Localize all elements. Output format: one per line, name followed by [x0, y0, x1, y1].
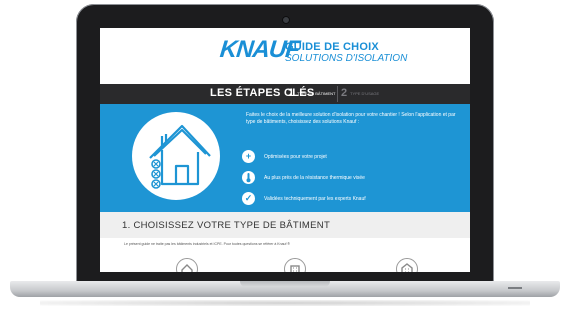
laptop-vent [508, 287, 522, 289]
plus-icon: + [242, 150, 255, 163]
camera-icon [282, 16, 290, 24]
insulated-house-icon [149, 124, 211, 189]
section-header: 1. CHOISISSEZ VOTRE TYPE DE BÂTIMENT [100, 212, 470, 238]
feature-text: Optimisées pour votre projet [264, 154, 327, 160]
guide-title: GUIDE DE CHOIX [285, 41, 379, 53]
building-type-option[interactable] [176, 258, 198, 272]
section-note: Le présent guide ne traite pas les bâtim… [124, 242, 291, 246]
laptop-shadow [40, 300, 530, 306]
feature-item: Au plus près de la résistance thermique … [242, 171, 442, 185]
apartment-building-icon [401, 263, 413, 272]
hero-intro-text: Faites le choix de la meilleure solution… [246, 112, 456, 125]
building-type-option[interactable] [396, 258, 418, 272]
step-divider [337, 86, 338, 102]
step-2-number[interactable]: 2 [341, 87, 347, 99]
section-title: 1. CHOISISSEZ VOTRE TYPE DE BÂTIMENT [122, 220, 331, 231]
site-header: KNAUF GUIDE DE CHOIX SOLUTIONS D'ISOLATI… [100, 28, 470, 84]
feature-item: ✓ Validées techniquement par les experts… [242, 192, 442, 206]
feature-text: Validées techniquement par les experts K… [264, 196, 366, 202]
feature-text: Au plus près de la résistance thermique … [264, 175, 365, 181]
step-2-label[interactable]: TYPE D'USAGE [350, 91, 379, 96]
office-building-icon [290, 265, 300, 272]
step-1-number[interactable]: 1 [288, 87, 294, 99]
laptop-screen: KNAUF GUIDE DE CHOIX SOLUTIONS D'ISOLATI… [100, 28, 470, 272]
thermometer-icon [242, 171, 255, 184]
feature-item: + Optimisées pour votre projet [242, 150, 442, 164]
building-type-option[interactable] [284, 258, 306, 272]
hero-banner: Faites le choix de la meilleure solution… [100, 104, 470, 212]
steps-bar: LES ÉTAPES CLÉS 1 TYPE DE BÂTIMENT 2 TYP… [100, 84, 470, 104]
check-icon: ✓ [242, 192, 255, 205]
house-icon [181, 264, 193, 272]
guide-subtitle: SOLUTIONS D'ISOLATION [285, 53, 408, 64]
step-1-label[interactable]: TYPE DE BÂTIMENT [297, 91, 335, 96]
hero-illustration [132, 112, 220, 200]
laptop-opening-notch [240, 281, 330, 287]
